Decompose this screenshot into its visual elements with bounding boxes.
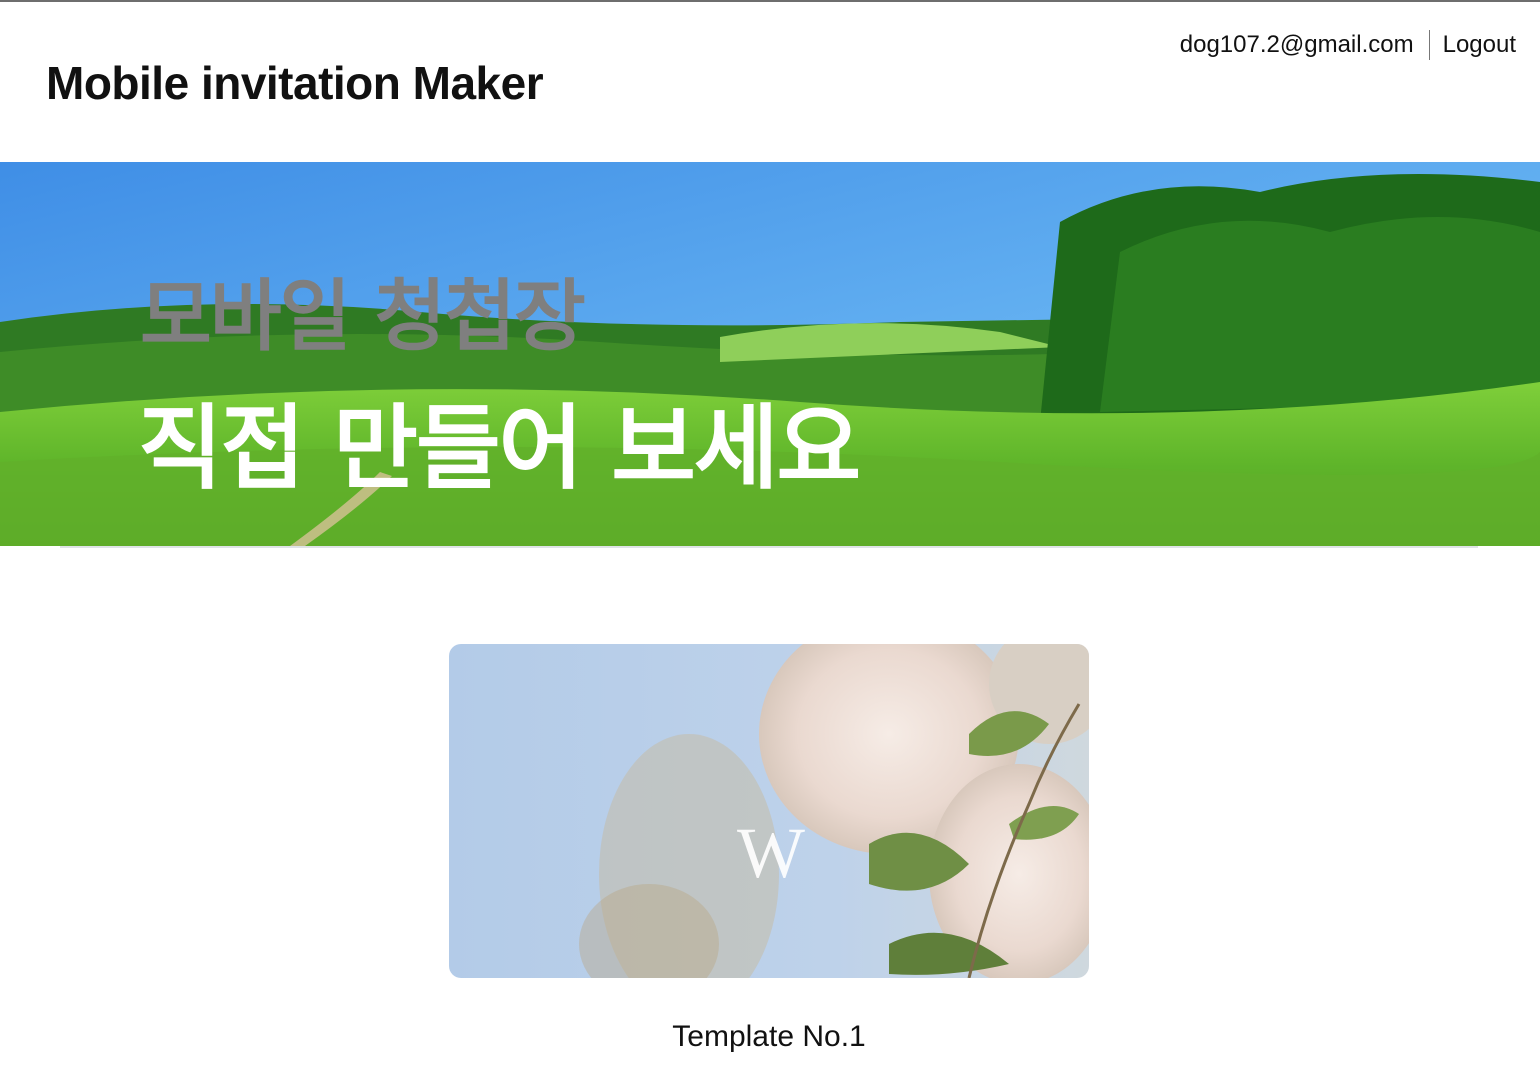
user-bar: dog107.2@gmail.com Logout [1180,30,1516,60]
template-label-1[interactable]: Template No.1 [449,1020,1089,1054]
page-header: Mobile invitation Maker dog107.2@gmail.c… [0,2,1540,162]
hero-headline-main: 직접 만들어 보세요 [138,395,861,502]
logout-button[interactable]: Logout [1443,31,1516,59]
template-card-1[interactable]: W [449,644,1089,978]
hero-banner: 모바일 청첩장 직접 만들어 보세요 [0,162,1540,546]
user-bar-divider [1428,30,1430,60]
hero-divider [60,546,1478,548]
app-title: Mobile invitation Maker [46,57,544,109]
hero-headline-top: 모바일 청첩장 [140,272,586,362]
flower-thumbnail-image [449,644,1089,978]
user-email: dog107.2@gmail.com [1179,31,1414,58]
template-monogram: W [737,813,805,893]
